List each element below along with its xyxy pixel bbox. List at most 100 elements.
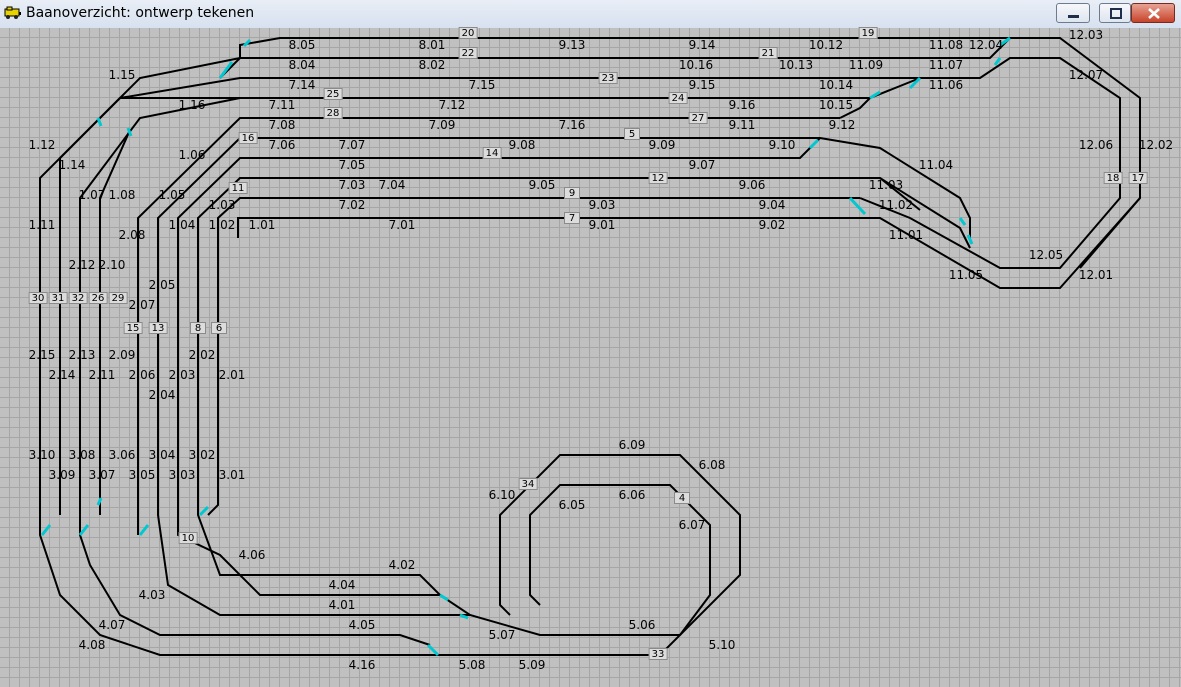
contact-label-8-04[interactable]: 8.04 bbox=[289, 59, 316, 72]
contact-label-2-07[interactable]: 2.07 bbox=[129, 299, 156, 312]
contact-label-4-04[interactable]: 4.04 bbox=[329, 579, 356, 592]
contact-label-4-02[interactable]: 4.02 bbox=[389, 559, 416, 572]
contact-label-10-13[interactable]: 10.13 bbox=[779, 59, 813, 72]
block-5[interactable]: 5 bbox=[624, 128, 640, 140]
track-segment[interactable] bbox=[207, 235, 219, 516]
switch-marker[interactable] bbox=[993, 57, 1002, 66]
contact-label-1-16[interactable]: 1.16 bbox=[179, 99, 206, 112]
block-19[interactable]: 19 bbox=[858, 27, 878, 39]
contact-label-5-10[interactable]: 5.10 bbox=[709, 639, 736, 652]
contact-label-9-09[interactable]: 9.09 bbox=[649, 139, 676, 152]
contact-label-12-04[interactable]: 12.04 bbox=[969, 39, 1003, 52]
contact-label-2-10[interactable]: 2.10 bbox=[99, 259, 126, 272]
block-22[interactable]: 22 bbox=[458, 47, 478, 59]
contact-label-2-02[interactable]: 2.02 bbox=[189, 349, 216, 362]
switch-marker[interactable] bbox=[848, 196, 867, 216]
contact-label-9-01[interactable]: 9.01 bbox=[589, 219, 616, 232]
contact-label-5-07[interactable]: 5.07 bbox=[489, 629, 516, 642]
contact-label-12-01[interactable]: 12.01 bbox=[1079, 269, 1113, 282]
contact-label-11-02[interactable]: 11.02 bbox=[879, 199, 913, 212]
contact-label-7-01[interactable]: 7.01 bbox=[389, 219, 416, 232]
switch-marker[interactable] bbox=[808, 138, 820, 150]
contact-label-9-02[interactable]: 9.02 bbox=[759, 219, 786, 232]
contact-label-10-12[interactable]: 10.12 bbox=[809, 39, 843, 52]
contact-label-4-03[interactable]: 4.03 bbox=[139, 589, 166, 602]
contact-label-2-11[interactable]: 2.11 bbox=[89, 369, 116, 382]
contact-label-3-06[interactable]: 3.06 bbox=[109, 449, 136, 462]
contact-label-1-02[interactable]: 1.02 bbox=[209, 219, 236, 232]
contact-label-9-03[interactable]: 9.03 bbox=[589, 199, 616, 212]
contact-label-2-13[interactable]: 2.13 bbox=[69, 349, 96, 362]
switch-marker[interactable] bbox=[40, 524, 52, 536]
block-18[interactable]: 18 bbox=[1103, 172, 1123, 184]
contact-label-9-12[interactable]: 9.12 bbox=[829, 119, 856, 132]
contact-label-9-13[interactable]: 9.13 bbox=[559, 39, 586, 52]
contact-label-1-15[interactable]: 1.15 bbox=[109, 69, 136, 82]
contact-label-8-01[interactable]: 8.01 bbox=[419, 39, 446, 52]
block-8[interactable]: 8 bbox=[190, 322, 206, 334]
contact-label-2-15[interactable]: 2.15 bbox=[29, 349, 56, 362]
contact-label-11-05[interactable]: 11.05 bbox=[949, 269, 983, 282]
contact-label-7-04[interactable]: 7.04 bbox=[379, 179, 406, 192]
close-button[interactable] bbox=[1131, 3, 1175, 23]
minimize-button[interactable] bbox=[1056, 3, 1090, 23]
contact-label-5-06[interactable]: 5.06 bbox=[629, 619, 656, 632]
contact-label-1-04[interactable]: 1.04 bbox=[169, 219, 196, 232]
contact-label-6-07[interactable]: 6.07 bbox=[679, 519, 706, 532]
switch-marker[interactable] bbox=[198, 505, 210, 517]
contact-label-12-07[interactable]: 12.07 bbox=[1069, 69, 1103, 82]
block-23[interactable]: 23 bbox=[598, 72, 618, 84]
contact-label-3-08[interactable]: 3.08 bbox=[69, 449, 96, 462]
contact-label-10-15[interactable]: 10.15 bbox=[819, 99, 853, 112]
switch-marker[interactable] bbox=[439, 593, 449, 602]
track-segment[interactable] bbox=[79, 235, 431, 646]
contact-label-1-08[interactable]: 1.08 bbox=[109, 189, 136, 202]
contact-label-3-04[interactable]: 3.04 bbox=[149, 449, 176, 462]
block-11[interactable]: 11 bbox=[228, 182, 248, 194]
track-segment[interactable] bbox=[197, 235, 711, 636]
contact-label-9-11[interactable]: 9.11 bbox=[729, 119, 756, 132]
block-30[interactable]: 30 bbox=[28, 292, 48, 304]
block-32[interactable]: 32 bbox=[68, 292, 88, 304]
contact-label-3-09[interactable]: 3.09 bbox=[49, 469, 76, 482]
block-26[interactable]: 26 bbox=[88, 292, 108, 304]
block-14[interactable]: 14 bbox=[482, 147, 502, 159]
contact-label-3-07[interactable]: 3.07 bbox=[89, 469, 116, 482]
contact-label-10-14[interactable]: 10.14 bbox=[819, 79, 853, 92]
contact-label-2-05[interactable]: 2.05 bbox=[149, 279, 176, 292]
contact-label-9-04[interactable]: 9.04 bbox=[759, 199, 786, 212]
block-25[interactable]: 25 bbox=[323, 88, 343, 100]
contact-label-6-09[interactable]: 6.09 bbox=[619, 439, 646, 452]
contact-label-7-06[interactable]: 7.06 bbox=[269, 139, 296, 152]
block-31[interactable]: 31 bbox=[48, 292, 68, 304]
contact-label-3-03[interactable]: 3.03 bbox=[169, 469, 196, 482]
contact-label-11-01[interactable]: 11.01 bbox=[889, 229, 923, 242]
switch-marker[interactable] bbox=[966, 234, 974, 245]
switch-marker[interactable] bbox=[218, 61, 234, 79]
switch-marker[interactable] bbox=[958, 217, 967, 226]
block-33[interactable]: 33 bbox=[648, 648, 668, 660]
block-20[interactable]: 20 bbox=[458, 27, 478, 39]
contact-label-1-01[interactable]: 1.01 bbox=[249, 219, 276, 232]
contact-label-7-08[interactable]: 7.08 bbox=[269, 119, 296, 132]
contact-label-11-07[interactable]: 11.07 bbox=[929, 59, 963, 72]
block-10[interactable]: 10 bbox=[178, 532, 198, 544]
contact-label-11-06[interactable]: 11.06 bbox=[929, 79, 963, 92]
track-segment[interactable] bbox=[157, 235, 470, 616]
contact-label-9-16[interactable]: 9.16 bbox=[729, 99, 756, 112]
contact-label-6-10[interactable]: 6.10 bbox=[489, 489, 516, 502]
block-21[interactable]: 21 bbox=[758, 47, 778, 59]
contact-label-2-03[interactable]: 2.03 bbox=[169, 369, 196, 382]
contact-label-3-01[interactable]: 3.01 bbox=[219, 469, 246, 482]
contact-label-11-08[interactable]: 11.08 bbox=[929, 39, 963, 52]
contact-label-12-02[interactable]: 12.02 bbox=[1139, 139, 1173, 152]
contact-label-9-10[interactable]: 9.10 bbox=[769, 139, 796, 152]
block-6[interactable]: 6 bbox=[211, 322, 227, 334]
contact-label-7-12[interactable]: 7.12 bbox=[439, 99, 466, 112]
contact-label-9-15[interactable]: 9.15 bbox=[689, 79, 716, 92]
contact-label-7-07[interactable]: 7.07 bbox=[339, 139, 366, 152]
contact-label-6-05[interactable]: 6.05 bbox=[559, 499, 586, 512]
contact-label-9-08[interactable]: 9.08 bbox=[509, 139, 536, 152]
contact-label-1-14[interactable]: 1.14 bbox=[59, 159, 86, 172]
switch-marker[interactable] bbox=[96, 117, 103, 127]
